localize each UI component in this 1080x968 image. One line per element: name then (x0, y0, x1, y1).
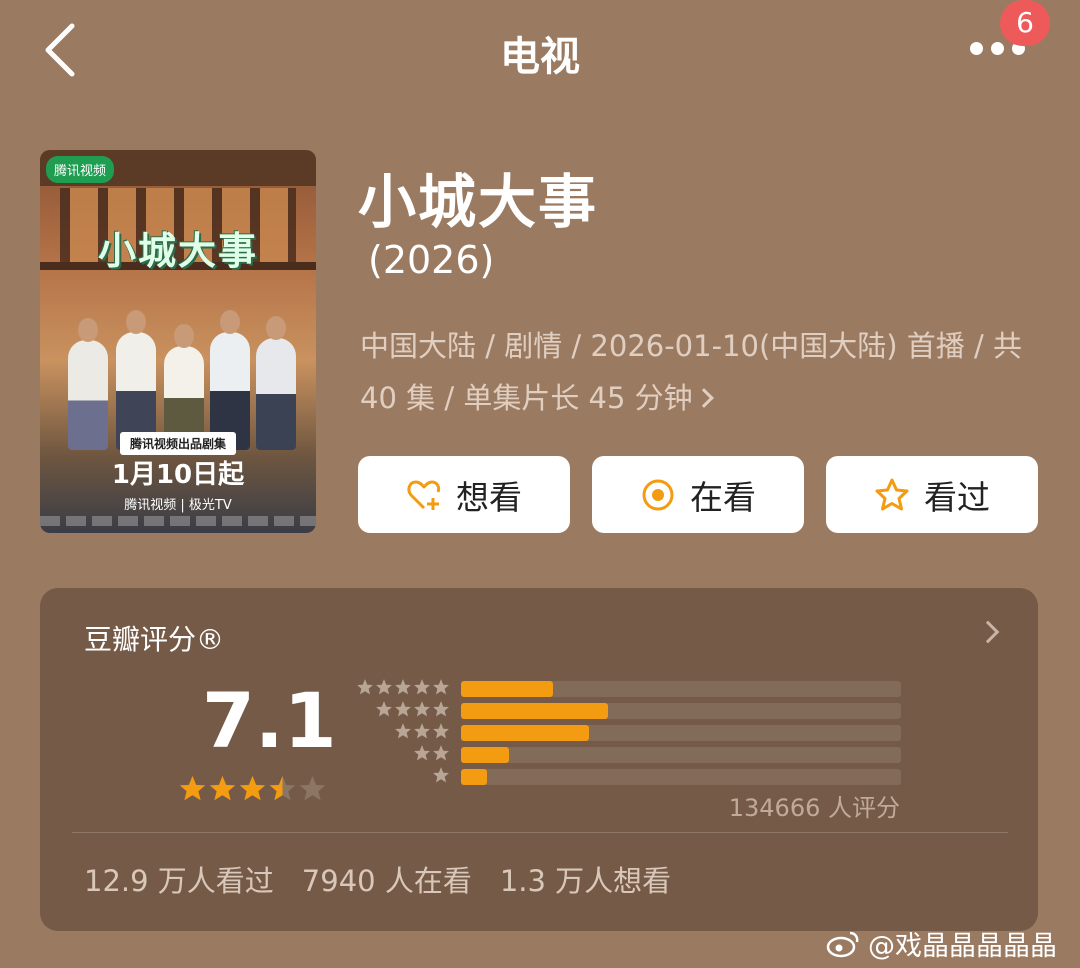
rating-score: 7.1 (202, 676, 337, 765)
movie-title: 小城大事 (358, 168, 599, 236)
rating-panel[interactable]: 豆瓣评分® 7.1 134666 人评分 12.9 万人看过 7940 人在看 … (40, 588, 1038, 931)
star-icon (414, 679, 430, 695)
watching-count: 7940 人在看 (301, 864, 472, 898)
chevron-right-icon (693, 388, 714, 408)
rating-stars (178, 774, 328, 803)
distribution-star-row (340, 744, 450, 766)
divider (72, 832, 1008, 833)
star-icon (414, 701, 430, 717)
watched-button[interactable]: 看过 (826, 456, 1038, 533)
star-icon (433, 679, 449, 695)
poster-title: 小城大事 (97, 229, 258, 273)
heart-plus-icon (407, 480, 441, 510)
poster-band: 腾讯视频出品剧集 (40, 432, 316, 455)
notification-badge[interactable]: 6 (1000, 0, 1050, 46)
star-icon (433, 723, 449, 739)
want-to-watch-button[interactable]: 想看 (358, 456, 570, 533)
rating-bar-track (461, 725, 901, 741)
movie-year: (2026) (368, 238, 495, 282)
star-icon (414, 723, 430, 739)
star-half-icon (269, 775, 296, 801)
star-outline-icon (875, 478, 909, 510)
poster-logo: 腾讯视频 (46, 156, 115, 183)
poster-image[interactable]: 腾讯视频 小城大事 腾讯视频出品剧集 1月10日起 腾讯视频 | 极光TV (40, 150, 316, 533)
star-icon (299, 775, 326, 801)
star-icon (239, 775, 266, 801)
star-icon (414, 745, 430, 761)
want-to-watch-label: 想看 (456, 477, 522, 517)
distribution-star-labels (340, 678, 450, 788)
weibo-watermark: @戏晶晶晶晶晶 (826, 924, 1057, 963)
rating-bar-1-star (461, 769, 488, 785)
rating-bar-track (461, 703, 901, 719)
star-icon (376, 701, 392, 717)
weibo-icon (826, 931, 859, 957)
distribution-star-row (340, 678, 450, 700)
rating-bar-3-star (461, 725, 589, 741)
distribution-star-row (340, 700, 450, 722)
star-icon (433, 701, 449, 717)
star-icon (209, 775, 236, 801)
rating-title: 豆瓣评分® (84, 623, 225, 656)
more-dot-icon (991, 42, 1004, 55)
star-icon (179, 775, 206, 801)
watching-label: 在看 (690, 477, 756, 517)
distribution-star-row (340, 766, 450, 788)
watch-stats: 12.9 万人看过 7940 人在看 1.3 万人想看 (84, 858, 699, 900)
star-icon (433, 767, 449, 783)
star-icon (395, 679, 411, 695)
chevron-right-icon[interactable] (976, 620, 1000, 644)
rater-count: 134666 人评分 (728, 794, 900, 822)
rating-bar-track (461, 769, 901, 785)
distribution-star-row (340, 722, 450, 744)
star-icon (433, 745, 449, 761)
poster-footer: 腾讯视频 | 极光TV (124, 498, 232, 513)
movie-meta[interactable]: 中国大陆 / 剧情 / 2026-01-10(中国大陆) 首播 / 共 40 集… (360, 320, 1040, 424)
poster-fine-print (40, 516, 316, 526)
want-count: 1.3 万人想看 (499, 864, 672, 898)
rating-bar-5-star (461, 681, 554, 697)
movie-meta-text: 中国大陆 / 剧情 / 2026-01-10(中国大陆) 首播 / 共 40 集… (360, 329, 1023, 415)
rating-bar-2-star (461, 747, 510, 763)
star-icon (376, 679, 392, 695)
poster-date: 1月10日起 (111, 460, 245, 490)
page-title: 电视 (500, 34, 580, 80)
rating-bar-4-star (461, 703, 609, 719)
star-icon (395, 723, 411, 739)
watched-label: 看过 (924, 477, 990, 517)
watched-count: 12.9 万人看过 (84, 864, 274, 898)
star-icon (357, 679, 373, 695)
rating-distribution (461, 681, 901, 791)
star-icon (395, 701, 411, 717)
target-circle-icon (642, 479, 674, 510)
watching-button[interactable]: 在看 (592, 456, 804, 533)
watermark-text: @戏晶晶晶晶晶 (868, 931, 1057, 962)
rating-bar-track (461, 681, 901, 697)
rating-bar-track (461, 747, 901, 763)
more-dot-icon (970, 42, 983, 55)
